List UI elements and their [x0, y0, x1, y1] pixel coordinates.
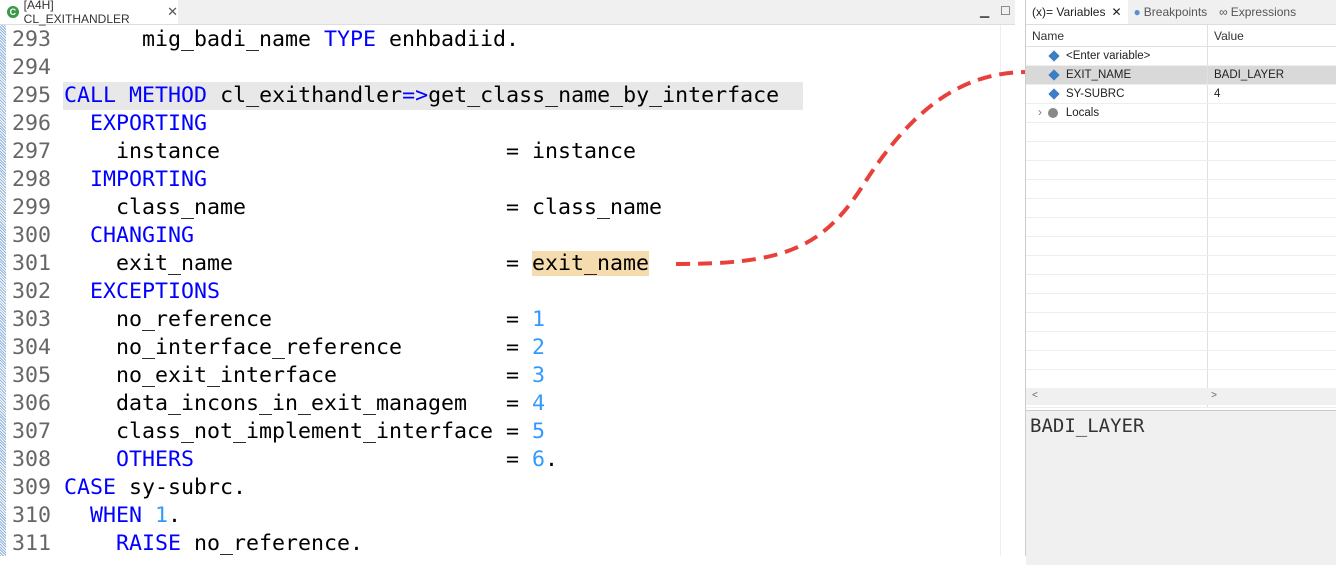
variable-icon	[1048, 50, 1060, 62]
expand-chevron-icon[interactable]: ›	[1038, 107, 1042, 119]
variable-value	[1208, 47, 1214, 65]
empty-row	[1026, 256, 1336, 275]
empty-row	[1026, 199, 1336, 218]
variable-name-text: Locals	[1065, 107, 1100, 119]
locals-icon	[1047, 108, 1058, 118]
horizontal-scrollbar[interactable]: < >	[1026, 388, 1336, 405]
column-value[interactable]: Value	[1208, 25, 1244, 46]
expressions-icon: ∞	[1219, 5, 1228, 19]
variable-icon	[1048, 69, 1060, 81]
empty-row	[1026, 218, 1336, 237]
variable-name-text: <Enter variable>	[1066, 50, 1151, 62]
tab-variables[interactable]: (x)= Variables ✕	[1026, 0, 1128, 24]
panel-tabs: (x)= Variables ✕ ● Breakpoints ∞ Expression…	[1026, 0, 1336, 25]
variable-row[interactable]: › Locals	[1026, 104, 1336, 123]
variable-name-text: SY-SUBRC	[1066, 88, 1125, 100]
tab-expressions[interactable]: ∞ Expressions	[1213, 0, 1302, 24]
variable-icon	[1048, 88, 1060, 100]
variable-value	[1208, 104, 1214, 122]
variable-value: BADI_LAYER	[1214, 69, 1285, 81]
variable-row[interactable]: <Enter variable>	[1026, 47, 1336, 66]
tab-breakpoints[interactable]: ● Breakpoints	[1128, 0, 1214, 24]
breakpoints-icon: ●	[1133, 5, 1141, 19]
empty-row	[1026, 123, 1336, 142]
empty-row	[1026, 332, 1336, 351]
variable-row[interactable]: EXIT_NAME BADI_LAYER	[1026, 66, 1336, 85]
empty-row	[1026, 313, 1336, 332]
variable-name-text: EXIT_NAME	[1066, 69, 1132, 81]
empty-row	[1026, 370, 1336, 389]
variable-row[interactable]: SY-SUBRC 4	[1026, 85, 1336, 104]
close-icon[interactable]: ✕	[1111, 5, 1121, 19]
variable-name: <Enter variable>	[1026, 47, 1208, 65]
empty-row	[1026, 142, 1336, 161]
empty-row	[1026, 294, 1336, 313]
variable-value: 4	[1214, 88, 1221, 100]
variable-name: SY-SUBRC	[1026, 85, 1208, 103]
detail-pane[interactable]: BADI_LAYER	[1026, 410, 1336, 565]
empty-row	[1026, 237, 1336, 256]
variable-name: EXIT_NAME	[1026, 66, 1208, 84]
empty-row	[1026, 351, 1336, 370]
empty-row	[1026, 161, 1336, 180]
variable-name: › Locals	[1026, 104, 1208, 122]
column-name[interactable]: Name	[1026, 25, 1208, 46]
empty-row	[1026, 275, 1336, 294]
variables-panel: (x)= Variables ✕ ● Breakpoints ∞ Expression…	[1025, 0, 1336, 565]
empty-row	[1026, 180, 1336, 199]
table-header: Name Value	[1026, 25, 1336, 47]
